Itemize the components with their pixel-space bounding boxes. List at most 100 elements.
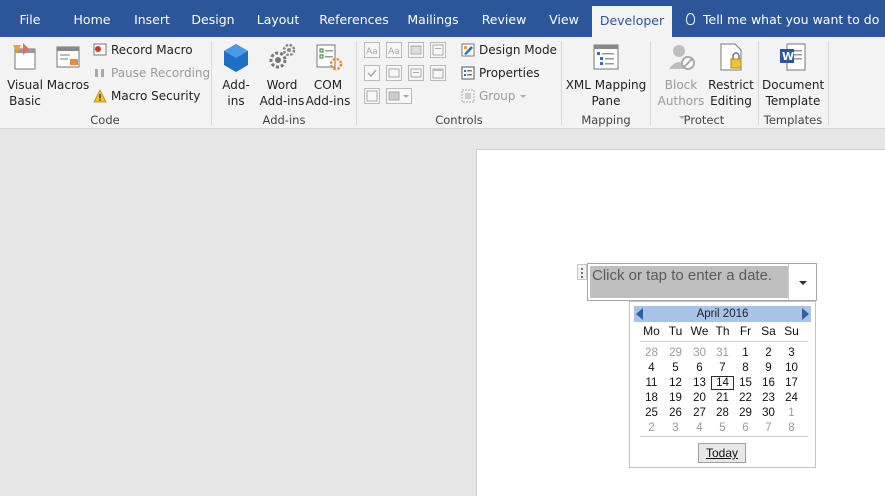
combo-box-control-icon[interactable] bbox=[386, 65, 402, 81]
calendar-day[interactable]: 22 bbox=[734, 391, 757, 405]
calendar-day[interactable]: 8 bbox=[780, 421, 803, 435]
calendar-day[interactable]: 31 bbox=[711, 346, 734, 360]
calendar-day[interactable]: 18 bbox=[640, 391, 663, 405]
date-picker-control-icon[interactable] bbox=[430, 65, 446, 81]
check-box-control-icon[interactable] bbox=[364, 65, 380, 81]
macros-button[interactable]: Macros bbox=[46, 41, 90, 93]
tab-design[interactable]: Design bbox=[186, 0, 240, 37]
word-add-ins-label-2: Add-ins bbox=[259, 94, 305, 108]
calendar-day[interactable]: 14 bbox=[711, 376, 734, 390]
calendar-day[interactable]: 3 bbox=[664, 421, 687, 435]
visual-basic-button[interactable]: Visual Basic bbox=[4, 41, 46, 109]
tab-review[interactable]: Review bbox=[476, 0, 532, 37]
block-authors-label-2: Authors bbox=[657, 94, 705, 108]
drop-down-list-control-icon[interactable] bbox=[408, 65, 424, 81]
warning-icon bbox=[93, 89, 107, 103]
tab-layout[interactable]: Layout bbox=[252, 0, 304, 37]
properties-button[interactable]: Properties bbox=[461, 63, 540, 83]
calendar-day[interactable]: 29 bbox=[734, 406, 757, 420]
tab-view[interactable]: View bbox=[542, 0, 586, 37]
calendar-day[interactable]: 12 bbox=[664, 376, 687, 390]
date-placeholder-text[interactable]: Click or tap to enter a date. bbox=[590, 266, 788, 298]
block-authors-label-1: Block bbox=[664, 78, 698, 92]
pause-recording-button[interactable]: Pause Recording bbox=[93, 63, 210, 83]
calendar-day[interactable]: 1 bbox=[734, 346, 757, 360]
calendar-day[interactable]: 24 bbox=[780, 391, 803, 405]
building-block-control-icon[interactable] bbox=[430, 42, 446, 58]
tab-home[interactable]: Home bbox=[66, 0, 118, 37]
calendar-day[interactable]: 21 bbox=[711, 391, 734, 405]
macros-label: Macros bbox=[46, 78, 90, 92]
calendar-day[interactable]: 30 bbox=[757, 406, 780, 420]
legacy-tools-icon[interactable] bbox=[386, 88, 412, 104]
com-add-ins-button[interactable]: COM Add-ins bbox=[305, 41, 351, 109]
date-picker-content-control[interactable]: Click or tap to enter a date. bbox=[587, 263, 817, 301]
calendar-day[interactable]: 17 bbox=[780, 376, 803, 390]
today-button[interactable]: Today bbox=[698, 443, 746, 463]
calendar-day[interactable]: 29 bbox=[664, 346, 687, 360]
calendar-day[interactable]: 16 bbox=[757, 376, 780, 390]
calendar-day[interactable]: 19 bbox=[664, 391, 687, 405]
document-template-button[interactable]: W Document Template bbox=[762, 41, 824, 109]
xml-mapping-pane-button[interactable]: XML Mapping Pane bbox=[564, 41, 648, 109]
add-ins-button[interactable]: Add- ins bbox=[217, 41, 255, 109]
design-mode-button[interactable]: Design Mode bbox=[461, 40, 557, 60]
previous-month-arrow-icon[interactable] bbox=[636, 308, 643, 320]
calendar-day[interactable]: 26 bbox=[664, 406, 687, 420]
calendar-day[interactable]: 4 bbox=[688, 421, 711, 435]
restrict-editing-button[interactable]: Restrict Editing bbox=[708, 41, 754, 109]
calendar-day[interactable]: 11 bbox=[640, 376, 663, 390]
group-label-add-ins: Add-ins bbox=[262, 113, 306, 127]
picture-content-control-icon[interactable] bbox=[408, 42, 424, 58]
next-month-arrow-icon[interactable] bbox=[802, 308, 809, 320]
calendar-day[interactable]: 28 bbox=[711, 406, 734, 420]
com-add-ins-icon bbox=[312, 41, 344, 73]
calendar-day[interactable]: 13 bbox=[688, 376, 711, 390]
calendar-day[interactable]: 3 bbox=[780, 346, 803, 360]
calendar-month-title: April 2016 bbox=[696, 308, 749, 320]
calendar-day[interactable]: 25 bbox=[640, 406, 663, 420]
date-dropdown-button[interactable] bbox=[788, 264, 816, 300]
calendar-day[interactable]: 10 bbox=[780, 361, 803, 375]
calendar-day[interactable]: 5 bbox=[711, 421, 734, 435]
calendar-day[interactable]: 5 bbox=[664, 361, 687, 375]
calendar-day[interactable]: 2 bbox=[640, 421, 663, 435]
xml-mapping-label-2: Pane bbox=[591, 94, 621, 108]
weekday-header: Sa bbox=[761, 324, 776, 338]
tab-file[interactable]: File bbox=[8, 0, 52, 37]
calendar-day[interactable]: 30 bbox=[688, 346, 711, 360]
calendar-day[interactable]: 23 bbox=[757, 391, 780, 405]
add-ins-icon bbox=[220, 41, 252, 73]
group-label-templates: Templates bbox=[763, 113, 823, 127]
calendar-popup: April 2016 Mo Tu We Th Fr Sa Su 28 29 30 31 1 2 3 4 5 6… bbox=[629, 301, 816, 468]
calendar-day[interactable]: 8 bbox=[734, 361, 757, 375]
tell-me-search[interactable]: Tell me what you want to do bbox=[686, 0, 879, 37]
tab-insert[interactable]: Insert bbox=[128, 0, 176, 37]
calendar-day[interactable]: 9 bbox=[757, 361, 780, 375]
group-button[interactable]: Group bbox=[461, 86, 526, 106]
tab-mailings[interactable]: Mailings bbox=[402, 0, 464, 37]
calendar-day[interactable]: 7 bbox=[711, 361, 734, 375]
plain-text-content-control-icon[interactable]: Aa bbox=[386, 42, 402, 58]
calendar-day[interactable]: 4 bbox=[640, 361, 663, 375]
calendar-day[interactable]: 6 bbox=[734, 421, 757, 435]
calendar-day[interactable]: 7 bbox=[757, 421, 780, 435]
calendar-day[interactable]: 20 bbox=[688, 391, 711, 405]
tab-developer[interactable]: Developer bbox=[592, 6, 672, 37]
calendar-day[interactable]: 28 bbox=[640, 346, 663, 360]
repeating-section-control-icon[interactable] bbox=[364, 88, 380, 104]
word-add-ins-button[interactable]: Word Add-ins bbox=[258, 41, 306, 109]
calendar-day[interactable]: 15 bbox=[734, 376, 757, 390]
calendar-day[interactable]: 1 bbox=[780, 406, 803, 420]
calendar-day[interactable]: 27 bbox=[688, 406, 711, 420]
rich-text-content-control-icon[interactable]: Aa bbox=[364, 42, 380, 58]
content-control-handle[interactable] bbox=[577, 264, 587, 280]
calendar-day[interactable]: 2 bbox=[757, 346, 780, 360]
ribbon: Visual Basic Macros Record Macro Pause R… bbox=[0, 37, 885, 129]
tell-me-text: Tell me what you want to do bbox=[703, 12, 880, 27]
calendar-day[interactable]: 6 bbox=[688, 361, 711, 375]
macro-security-button[interactable]: Macro Security bbox=[93, 86, 200, 106]
tab-references[interactable]: References bbox=[318, 0, 390, 37]
document-template-label-1: Document bbox=[762, 78, 825, 92]
record-macro-button[interactable]: Record Macro bbox=[93, 40, 193, 60]
